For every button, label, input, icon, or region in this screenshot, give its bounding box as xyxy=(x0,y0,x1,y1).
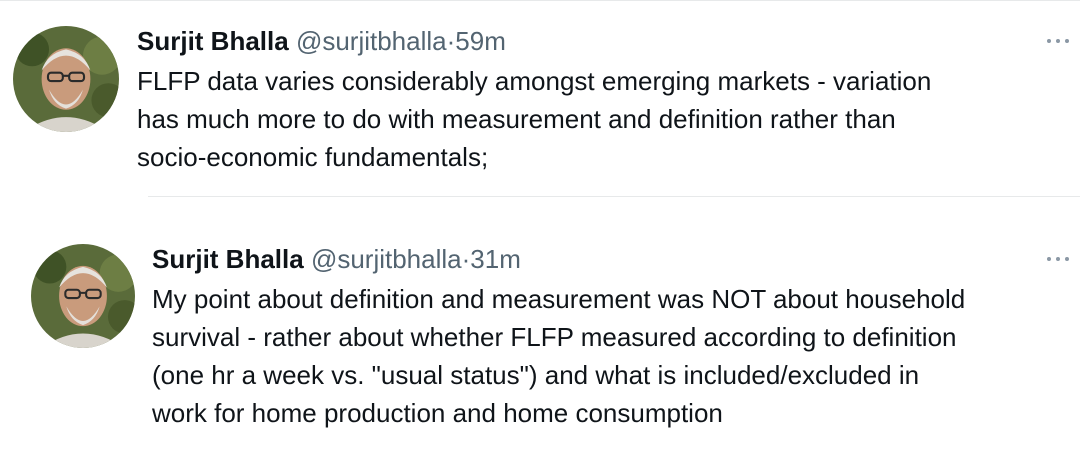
timestamp[interactable]: 59m xyxy=(455,26,506,56)
timestamp[interactable]: 31m xyxy=(470,244,521,274)
tweet-thread: Surjit Bhalla @surjitbhalla·59m FLFP dat… xyxy=(0,0,1080,456)
avatar-image xyxy=(31,244,135,348)
separator-dot: · xyxy=(446,26,456,56)
author-handle[interactable]: @surjitbhalla xyxy=(311,244,462,274)
author-name[interactable]: Surjit Bhalla xyxy=(152,244,304,274)
tweet-divider xyxy=(148,196,1080,197)
more-horizontal-icon[interactable] xyxy=(1045,36,1073,46)
author-handle[interactable]: @surjitbhalla xyxy=(296,26,447,56)
tweet-text-line: survival - rather about whether FLFP mea… xyxy=(152,322,957,352)
tweet-header: Surjit Bhalla @surjitbhalla·31m xyxy=(152,244,521,274)
avatar-image xyxy=(13,26,119,132)
tweet-text-line: My point about definition and measuremen… xyxy=(152,284,966,314)
tweet-text: FLFP data varies considerably amongst em… xyxy=(137,62,1057,176)
author-avatar[interactable] xyxy=(31,244,135,348)
tweet-text-line: work for home production and home consum… xyxy=(152,398,723,428)
tweet-text-line: has much more to do with measurement and… xyxy=(137,104,896,134)
tweet[interactable]: Surjit Bhalla @surjitbhalla·59m FLFP dat… xyxy=(0,0,1080,196)
tweet-header: Surjit Bhalla @surjitbhalla·59m xyxy=(137,26,506,56)
tweet-text-line: FLFP data varies considerably amongst em… xyxy=(137,66,932,96)
tweet-text-line: (one hr a week vs. "usual status") and w… xyxy=(152,360,920,390)
tweet-text-line: socio-economic fundamentals; xyxy=(137,142,489,172)
separator-dot: · xyxy=(461,244,471,274)
author-avatar[interactable] xyxy=(13,26,119,132)
author-name[interactable]: Surjit Bhalla xyxy=(137,26,289,56)
more-horizontal-icon[interactable] xyxy=(1045,254,1073,264)
tweet-text: My point about definition and measuremen… xyxy=(152,280,1072,432)
